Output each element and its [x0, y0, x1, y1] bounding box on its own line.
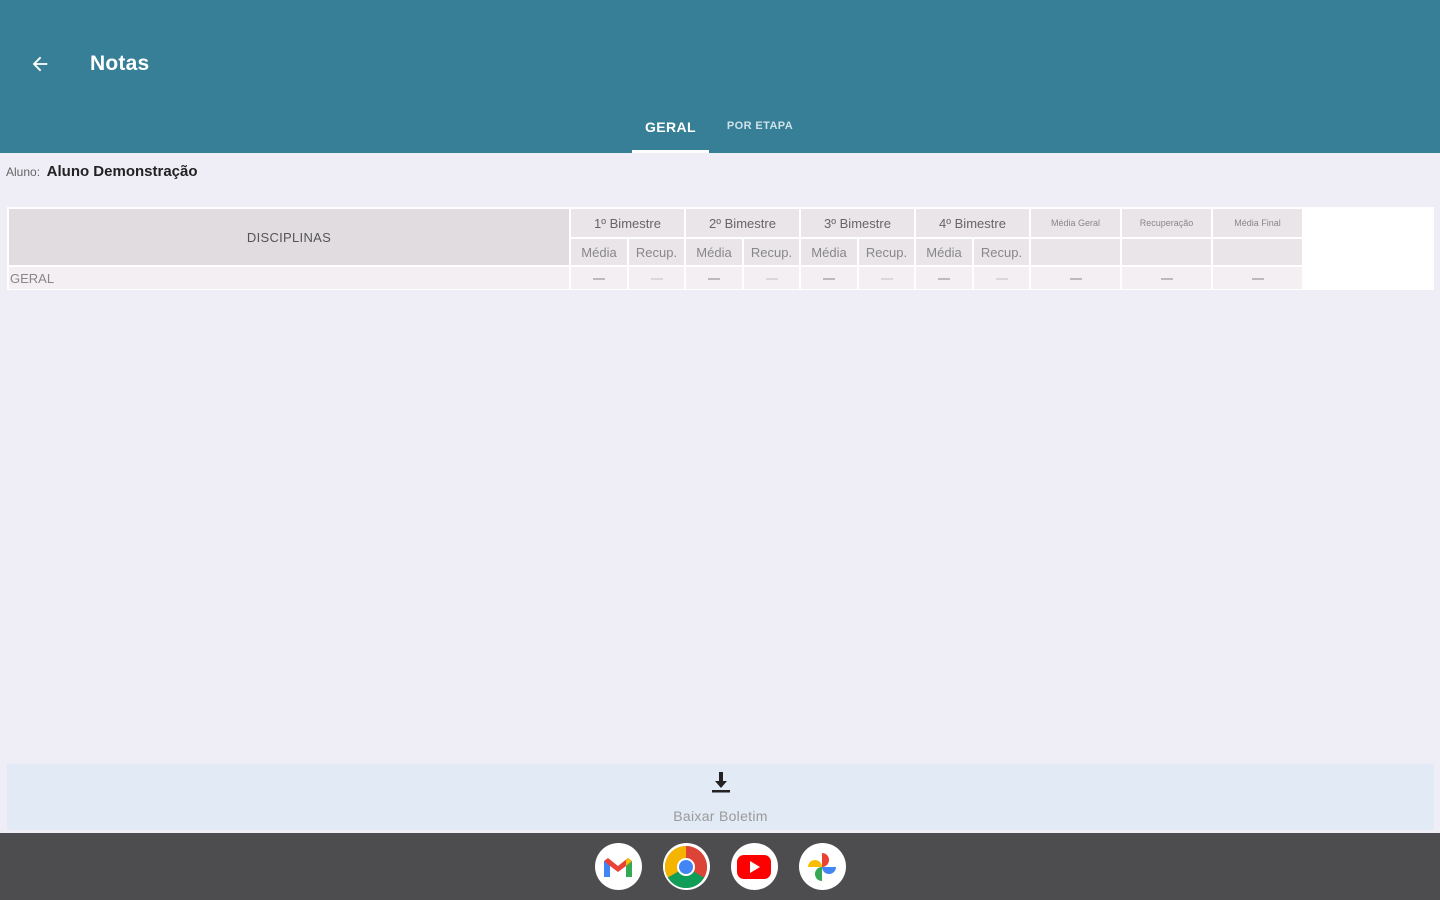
- blank-subheader: [1031, 239, 1120, 265]
- media-final-header: Média Final: [1213, 209, 1302, 237]
- media-subheader: Média: [801, 239, 857, 265]
- empty-value: [650, 278, 663, 281]
- blank-subheader: [1213, 239, 1302, 265]
- discipline-cell: GERAL: [9, 267, 569, 289]
- grade-cell: [686, 267, 742, 289]
- grades-table-container: DISCIPLINAS 1º Bimestre 2º Bimestre 3º B…: [7, 207, 1434, 290]
- page-title: Notas: [90, 52, 150, 75]
- grade-cell: [744, 267, 799, 289]
- student-info: Aluno: Aluno Demonstração: [6, 163, 198, 180]
- back-button[interactable]: [22, 46, 58, 82]
- chrome-app[interactable]: [662, 843, 710, 890]
- recup-subheader: Recup.: [974, 239, 1029, 265]
- period-header-3: 3º Bimestre: [801, 209, 914, 237]
- empty-value: [708, 278, 720, 281]
- gmail-app[interactable]: [594, 843, 642, 890]
- youtube-icon: [737, 854, 771, 879]
- media-subheader: Média: [916, 239, 972, 265]
- empty-value: [1251, 278, 1264, 281]
- media-subheader: Média: [686, 239, 742, 265]
- arrow-left-icon: [32, 56, 48, 72]
- grade-cell: [916, 267, 972, 289]
- recup-subheader: Recup.: [744, 239, 799, 265]
- grade-cell: [1122, 267, 1211, 289]
- grade-cell: [859, 267, 914, 289]
- period-header-4: 4º Bimestre: [916, 209, 1029, 237]
- empty-value: [938, 278, 950, 281]
- empty-value: [765, 278, 778, 281]
- empty-value: [995, 278, 1008, 281]
- blank-subheader: [1122, 239, 1211, 265]
- download-icon: [708, 770, 734, 796]
- download-report-button[interactable]: Baixar Boletim: [7, 764, 1434, 830]
- recup-subheader: Recup.: [629, 239, 684, 265]
- media-subheader: Média: [571, 239, 627, 265]
- empty-value: [880, 278, 893, 281]
- gmail-icon: [604, 857, 632, 877]
- table-row: GERAL: [9, 267, 1302, 289]
- grade-cell: [974, 267, 1029, 289]
- disciplines-header: DISCIPLINAS: [9, 209, 569, 265]
- grade-cell: [801, 267, 857, 289]
- tab-geral[interactable]: GERAL: [632, 104, 709, 153]
- grade-cell: [1213, 267, 1302, 289]
- download-label: Baixar Boletim: [673, 808, 768, 824]
- chrome-icon: [664, 845, 708, 888]
- recup-subheader: Recup.: [859, 239, 914, 265]
- app-dock: [0, 833, 1440, 900]
- student-label: Aluno:: [6, 165, 41, 179]
- tab-por-etapa[interactable]: POR ETAPA: [709, 104, 811, 153]
- empty-value: [1160, 278, 1173, 281]
- empty-value: [823, 278, 835, 281]
- photos-app[interactable]: [798, 843, 846, 890]
- youtube-app[interactable]: [730, 843, 778, 890]
- photos-icon: [808, 852, 836, 881]
- grade-cell: [1031, 267, 1120, 289]
- media-geral-header: Média Geral: [1031, 209, 1120, 237]
- period-header-1: 1º Bimestre: [571, 209, 684, 237]
- recuperacao-header: Recuperação: [1122, 209, 1211, 237]
- empty-value: [593, 278, 605, 281]
- period-header-2: 2º Bimestre: [686, 209, 799, 237]
- app-bar: Notas GERAL POR ETAPA: [0, 0, 1440, 153]
- grade-cell: [571, 267, 627, 289]
- tab-bar: GERAL POR ETAPA: [632, 104, 811, 153]
- student-name: Aluno Demonstração: [46, 163, 198, 180]
- grades-table: DISCIPLINAS 1º Bimestre 2º Bimestre 3º B…: [7, 207, 1304, 291]
- grade-cell: [629, 267, 684, 289]
- empty-value: [1069, 278, 1082, 281]
